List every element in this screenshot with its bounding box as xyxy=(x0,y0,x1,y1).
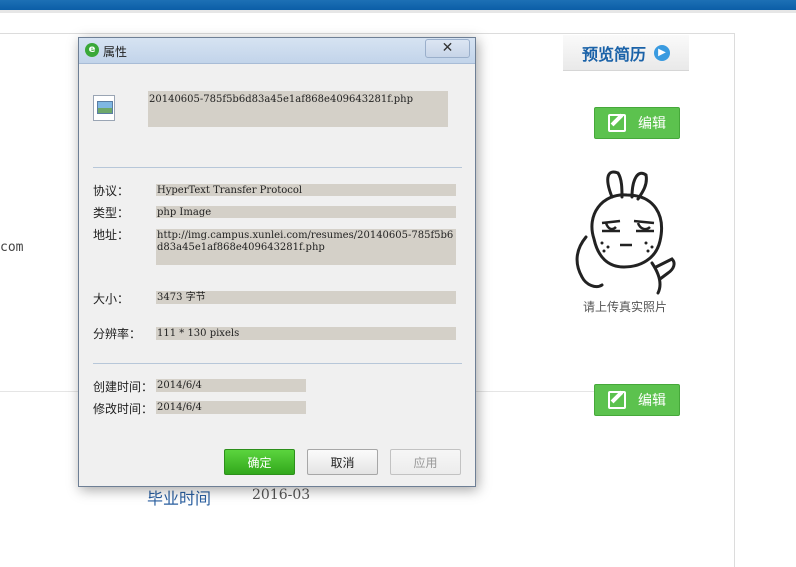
edit-icon xyxy=(608,391,626,409)
edit-button-label: 编辑 xyxy=(638,393,666,409)
dialog-title: 属性 xyxy=(103,45,128,59)
protocol-value: HyperText Transfer Protocol xyxy=(156,184,456,196)
preview-resume-button[interactable]: 预览简历 ▶ xyxy=(563,35,689,71)
created-time-value: 2014/6/4 xyxy=(156,379,306,392)
top-bar-shadow xyxy=(0,10,796,13)
separator-top xyxy=(93,167,462,168)
modified-time-value: 2014/6/4 xyxy=(156,401,306,414)
graduation-label: 毕业时间 xyxy=(147,489,212,508)
edit-button-education[interactable]: 编辑 xyxy=(594,384,680,416)
edit-button-basic-info[interactable]: 编辑 xyxy=(594,107,680,139)
cancel-button[interactable]: 取消 xyxy=(307,449,378,475)
close-button[interactable]: ✕ xyxy=(425,39,470,58)
modified-time-label: 修改时间： xyxy=(93,402,154,416)
avatar-caption: 请上传真实照片 xyxy=(583,300,668,314)
clipped-email-text: com xyxy=(0,240,24,255)
edit-button-label: 编辑 xyxy=(638,116,666,132)
edit-icon xyxy=(608,114,626,132)
resolution-value: 111 * 130 pixels xyxy=(156,327,456,340)
ie-browser-icon: e xyxy=(85,43,99,57)
size-label: 大小： xyxy=(93,292,130,306)
address-value: http://img.campus.xunlei.com/resumes/201… xyxy=(156,229,456,265)
avatar-placeholder-image[interactable] xyxy=(572,167,678,295)
image-file-icon xyxy=(93,95,115,121)
separator-bottom xyxy=(93,363,462,364)
type-label: 类型： xyxy=(93,206,130,220)
address-label: 地址： xyxy=(93,228,130,242)
type-value: php Image xyxy=(156,206,456,218)
apply-button[interactable]: 应用 xyxy=(390,449,461,475)
close-icon: ✕ xyxy=(441,40,454,56)
protocol-label: 协议： xyxy=(93,184,130,198)
graduation-value: 2016-03 xyxy=(252,487,311,503)
created-time-label: 创建时间： xyxy=(93,380,154,394)
top-bar xyxy=(0,0,796,10)
resolution-label: 分辨率： xyxy=(93,327,142,341)
filename-field: 20140605-785f5b6d83a45e1af868e409643281f… xyxy=(148,91,448,127)
size-value: 3473 字节 xyxy=(156,291,456,304)
arrow-right-icon: ▶ xyxy=(654,44,670,61)
ok-button[interactable]: 确定 xyxy=(224,449,295,475)
dialog-titlebar[interactable]: e 属性 ✕ xyxy=(79,38,475,64)
screen: com 预览简历 ▶ 编辑 请上传真实照片 编辑 毕业时间 2016-03 e … xyxy=(0,0,796,567)
properties-dialog: e 属性 ✕ 20140605-785f5b6d83a45e1af868e409… xyxy=(78,37,476,487)
preview-resume-label: 预览简历 xyxy=(581,44,646,64)
